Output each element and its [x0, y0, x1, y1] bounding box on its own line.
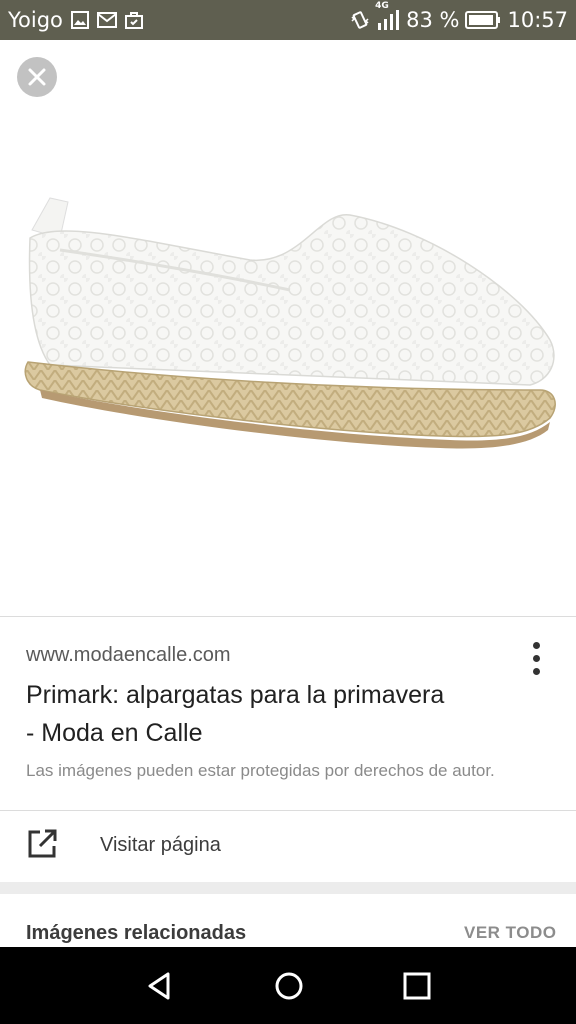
more-vert-icon — [532, 641, 540, 649]
network-type: 4G — [375, 1, 389, 11]
mail-icon — [96, 12, 117, 28]
result-title-line1: Primark: alpargatas para la primavera — [26, 681, 445, 709]
image-viewer — [0, 40, 576, 616]
close-icon — [28, 68, 46, 86]
view-all-button[interactable]: VER TODO — [464, 923, 556, 943]
home-icon[interactable] — [272, 969, 306, 1003]
vibrate-icon — [350, 10, 370, 30]
open-in-new-icon — [28, 829, 57, 858]
visit-page-button[interactable]: Visitar página — [0, 811, 576, 881]
clock: 10:57 — [507, 8, 568, 32]
bag-icon — [124, 11, 143, 29]
battery-icon — [465, 11, 501, 29]
more-options-button[interactable] — [520, 638, 552, 678]
signal-icon: 4G — [375, 1, 400, 31]
back-icon[interactable] — [144, 969, 178, 1003]
navigation-bar — [0, 947, 576, 1024]
recents-icon[interactable] — [400, 969, 434, 1003]
image-icon — [70, 11, 89, 29]
result-title[interactable]: Primark: alpargatas para la primavera - … — [26, 676, 546, 752]
status-bar: Yoigo 4G 83 % 10:57 — [0, 0, 576, 40]
divider — [0, 616, 576, 617]
visit-page-label: Visitar página — [100, 834, 221, 856]
copyright-notice: Las imágenes pueden estar protegidas por… — [26, 761, 495, 780]
section-separator — [0, 882, 576, 894]
close-button[interactable] — [17, 57, 57, 97]
battery-percent: 83 % — [406, 8, 460, 32]
product-image[interactable] — [20, 190, 560, 480]
result-title-line2: - Moda en Calle — [26, 719, 203, 747]
related-images-title: Imágenes relacionadas — [26, 922, 247, 944]
source-url[interactable]: www.modaencalle.com — [26, 644, 231, 667]
carrier-name: Yoigo — [8, 8, 63, 32]
